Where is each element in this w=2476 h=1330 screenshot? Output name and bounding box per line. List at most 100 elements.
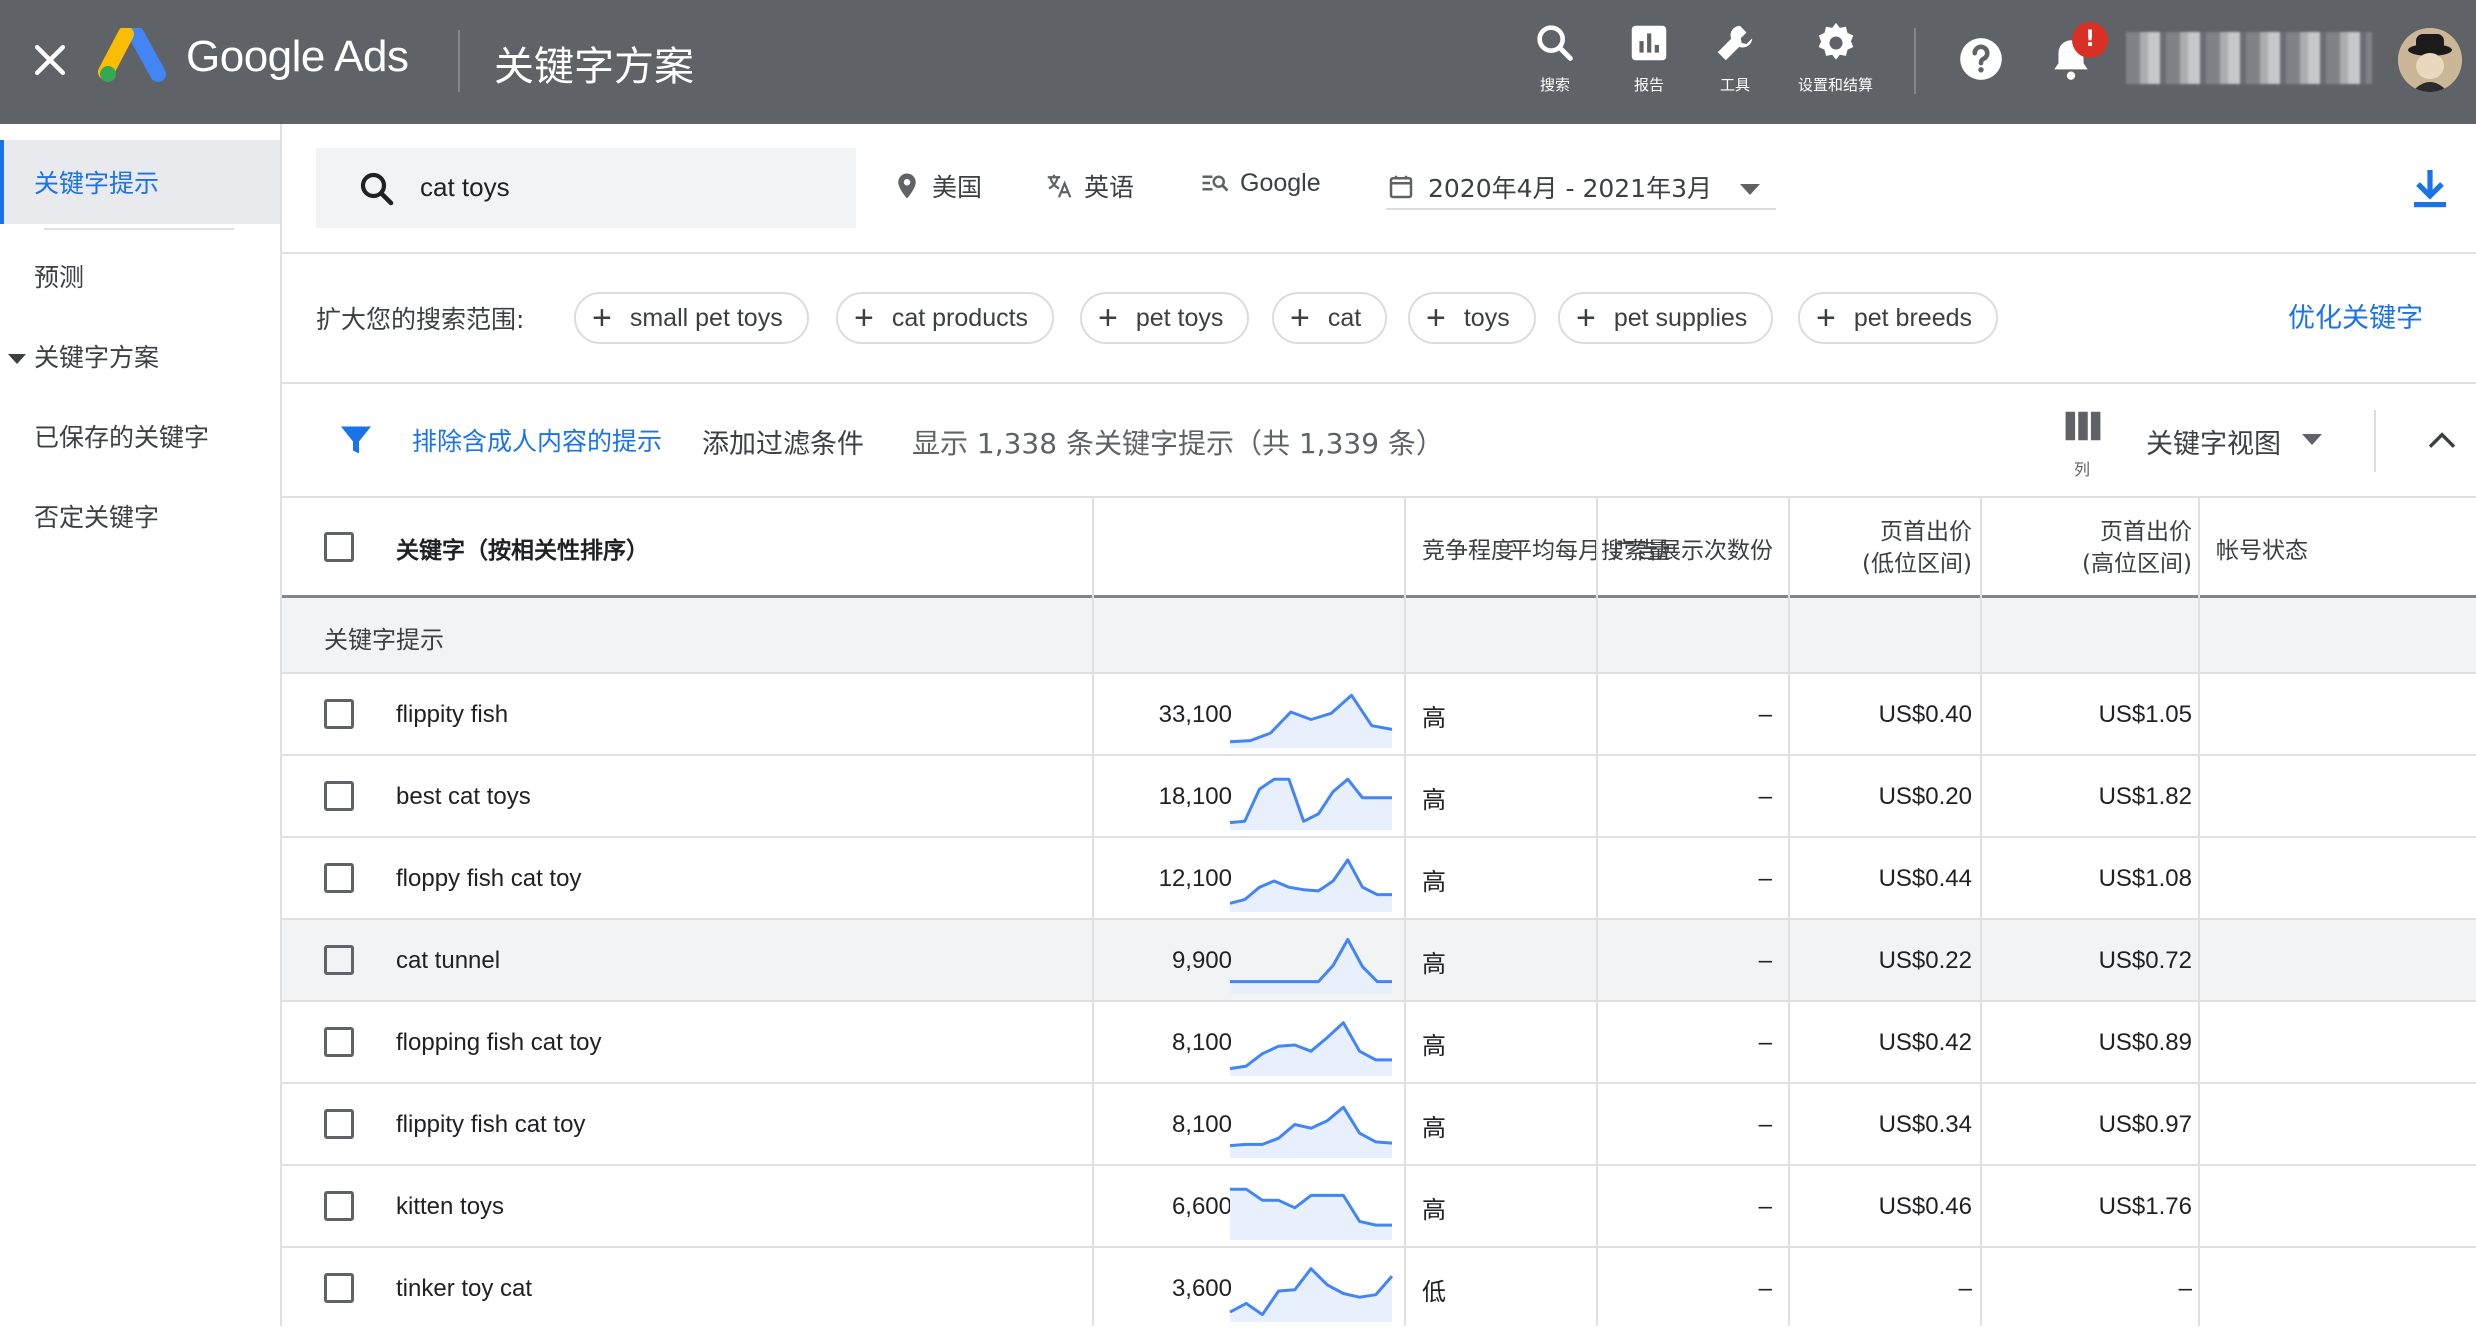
trend-sparkline[interactable]: [1228, 1174, 1394, 1244]
divider: [458, 30, 460, 92]
settings-billing-button[interactable]: 设置和结算: [1798, 20, 1873, 95]
network-value: Google: [1240, 168, 1321, 197]
broaden-chip[interactable]: + cat products: [836, 292, 1055, 344]
trend-sparkline[interactable]: [1228, 1092, 1394, 1162]
search-query-text: cat toys: [420, 172, 510, 202]
date-range-selector[interactable]: 2020年4月 - 2021年3月: [1386, 166, 1776, 210]
impression-share-cell: –: [1758, 947, 1772, 974]
tools-button[interactable]: 工具: [1712, 20, 1758, 95]
help-icon[interactable]: [1956, 34, 2006, 84]
location-selector[interactable]: 美国: [892, 168, 982, 204]
table-row[interactable]: flippity fish 33,100 高 – US$0.40 US$1.05: [282, 674, 2476, 756]
keyword-cell: flippity fish: [396, 701, 509, 728]
trend-sparkline[interactable]: [1228, 846, 1394, 916]
table-row[interactable]: tinker toy cat 3,600 低 – – –: [282, 1248, 2476, 1330]
broaden-chip[interactable]: + cat: [1272, 292, 1388, 344]
table-header: 关键字（按相关性排序） 平均每月搜索量 竞争程度 广告展示次数份 页首出价 (低…: [282, 498, 2476, 598]
search-tool-button[interactable]: 搜索: [1532, 20, 1578, 95]
chevron-down-icon[interactable]: [1740, 184, 1760, 195]
top-bid-low-cell: –: [1958, 1275, 1972, 1302]
row-checkbox[interactable]: [324, 1109, 354, 1139]
table-row[interactable]: flopping fish cat toy 8,100 高 – US$0.42 …: [282, 1002, 2476, 1084]
trend-sparkline[interactable]: [1228, 682, 1394, 752]
avg-searches-cell: 12,100: [1158, 865, 1232, 892]
table-row[interactable]: best cat toys 18,100 高 – US$0.20 US$1.82: [282, 756, 2476, 838]
top-bid-high-cell: US$0.97: [2098, 1111, 2192, 1138]
result-count-text: 显示 1,338 条关键字提示（共 1,339 条）: [912, 427, 1444, 460]
row-checkbox[interactable]: [324, 1191, 354, 1221]
broaden-chip[interactable]: + pet breeds: [1798, 292, 1998, 344]
column-header-top-bid-low[interactable]: 页首出价 (低位区间): [1842, 498, 1972, 598]
row-checkbox[interactable]: [324, 945, 354, 975]
add-icon: +: [1426, 299, 1446, 337]
table-row[interactable]: cat tunnel 9,900 高 – US$0.22 US$0.72: [282, 920, 2476, 1002]
date-range-value: 2020年4月 - 2021年3月: [1428, 174, 1712, 203]
table-row[interactable]: flippity fish cat toy 8,100 高 – US$0.34 …: [282, 1084, 2476, 1166]
column-header-impression-share[interactable]: 广告展示次数份: [1612, 498, 1804, 598]
chip-label: pet breeds: [1853, 303, 1972, 332]
table-group-header: 关键字提示: [282, 598, 2476, 674]
add-filter-button[interactable]: 添加过滤条件: [702, 422, 864, 461]
broaden-chip[interactable]: + pet toys: [1080, 292, 1250, 344]
row-checkbox[interactable]: [324, 1273, 354, 1303]
chevron-down-icon[interactable]: [2302, 434, 2322, 445]
top-bid-high-cell: US$1.76: [2098, 1193, 2192, 1220]
sidebar-item-negative-keywords[interactable]: 否定关键字: [0, 474, 280, 558]
top-bid-high-cell: US$0.89: [2098, 1029, 2192, 1056]
column-divider: [1980, 498, 1982, 1326]
competition-cell: 高: [1422, 785, 1446, 814]
top-bid-low-cell: US$0.22: [1878, 947, 1972, 974]
column-header-top-bid-high[interactable]: 页首出价 (高位区间): [2052, 498, 2192, 598]
trend-sparkline[interactable]: [1228, 1256, 1394, 1326]
refine-keywords-link[interactable]: 优化关键字: [2288, 296, 2423, 335]
chip-label: cat products: [891, 303, 1029, 332]
column-header-account-status[interactable]: 帐号状态: [2216, 498, 2376, 598]
tools-label: 工具: [1719, 76, 1750, 94]
chip-label: small pet toys: [629, 303, 783, 332]
row-checkbox[interactable]: [324, 699, 354, 729]
select-all-checkbox[interactable]: [324, 532, 354, 562]
trend-sparkline[interactable]: [1228, 764, 1394, 834]
close-icon[interactable]: [28, 38, 72, 82]
row-checkbox[interactable]: [324, 781, 354, 811]
account-info-redacted[interactable]: [2126, 32, 2372, 84]
competition-cell: 高: [1422, 703, 1446, 732]
page-title: 关键字方案: [494, 44, 694, 90]
top-bid-low-cell: US$0.46: [1878, 1193, 1972, 1220]
filter-icon[interactable]: [338, 420, 374, 460]
sidebar-item-saved-keywords[interactable]: 已保存的关键字: [0, 394, 280, 478]
sidebar-item-keyword-plan[interactable]: 关键字方案: [0, 314, 280, 398]
avatar[interactable]: [2398, 28, 2462, 92]
sidebar-item-forecast[interactable]: 预测: [0, 234, 280, 318]
chip-label: pet toys: [1135, 303, 1224, 332]
broaden-chip[interactable]: + pet supplies: [1558, 292, 1774, 344]
exclude-adult-filter-chip[interactable]: 排除含成人内容的提示: [412, 422, 662, 458]
trend-sparkline[interactable]: [1228, 1010, 1394, 1080]
header-line: 页首出价: [1880, 519, 1972, 545]
column-divider: [1596, 498, 1598, 1326]
columns-icon[interactable]: [2064, 410, 2102, 442]
chevron-up-icon[interactable]: [2426, 426, 2458, 454]
broaden-chip[interactable]: + small pet toys: [574, 292, 809, 344]
sidebar-item-keyword-ideas[interactable]: 关键字提示: [0, 140, 280, 224]
broaden-chip[interactable]: + toys: [1408, 292, 1536, 344]
download-icon[interactable]: [2406, 162, 2454, 214]
table-row[interactable]: kitten toys 6,600 高 – US$0.46 US$1.76: [282, 1166, 2476, 1248]
column-header-competition[interactable]: 竞争程度: [1422, 498, 1602, 598]
keyword-view-dropdown[interactable]: 关键字视图: [2146, 422, 2281, 461]
keyword-search-box[interactable]: cat toys: [316, 148, 856, 228]
column-header-keyword[interactable]: 关键字（按相关性排序）: [396, 498, 956, 598]
add-icon: +: [1816, 299, 1836, 337]
network-selector[interactable]: Google: [1200, 168, 1321, 198]
table-row[interactable]: floppy fish cat toy 12,100 高 – US$0.44 U…: [282, 838, 2476, 920]
reports-tool-button[interactable]: 报告: [1626, 20, 1672, 95]
gear-icon: [1818, 22, 1853, 60]
sparkline-area: [1230, 1107, 1392, 1158]
row-checkbox[interactable]: [324, 863, 354, 893]
divider: [1914, 28, 1916, 94]
sidebar-item-label: 否定关键字: [34, 503, 160, 532]
trend-sparkline[interactable]: [1228, 928, 1394, 998]
top-app-bar: Google Ads 关键字方案 搜索 报告 工具 设置和结算 !: [0, 0, 2476, 124]
row-checkbox[interactable]: [324, 1027, 354, 1057]
language-selector[interactable]: 英语: [1044, 168, 1134, 204]
